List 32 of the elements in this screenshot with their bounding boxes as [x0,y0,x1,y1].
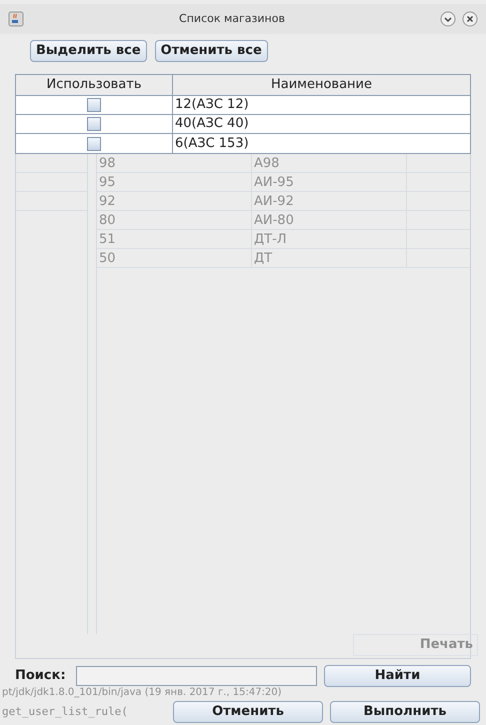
window-title: Список магазинов [178,10,286,27]
column-header[interactable]: Использовать [16,75,173,95]
table-cell: АИ-95 [252,173,407,191]
table-cell: 95 [97,173,252,191]
dialog-button[interactable]: Выполнить [330,701,480,723]
table-cell: ДТ-Л [252,230,407,248]
search-label: Поиск: [15,666,67,685]
table-cell: 98 [97,154,252,172]
status-line: pt/jdk/jdk1.8.0_101/bin/java (19 янв. 2017 г., 15:47:20) [1,687,283,699]
table-cell-text: 12(АЗС 12) [174,96,250,114]
table-cell: ДТ [252,249,407,267]
toolbar-button[interactable]: Отменить все [154,40,268,62]
table-cell: A98 [252,154,407,172]
dialog-button[interactable]: Отменить [173,701,323,723]
table-cell: 50 [97,249,252,267]
chevron-down-icon[interactable] [440,11,456,27]
close-icon[interactable] [462,11,478,27]
table-cell-text: 6(АЗС 153) [174,134,250,153]
table-cell: АИ-80 [252,211,407,229]
code-line: get_user_list_rule( [1,704,129,720]
search-field[interactable] [76,666,317,686]
checkbox[interactable] [87,117,101,131]
table-cell: 80 [97,211,252,229]
table-cell-text: 40(АЗС 40) [174,115,250,133]
table-cell: 92 [97,192,252,210]
checkbox[interactable] [87,98,101,112]
column-header[interactable]: Наименование [173,75,470,95]
find-button[interactable]: Найти [324,664,471,686]
table-cell: 51 [97,230,252,248]
checkbox[interactable] [87,136,101,150]
table-cell: АИ-92 [252,192,407,210]
toolbar-button[interactable]: Выделить все [30,40,147,62]
